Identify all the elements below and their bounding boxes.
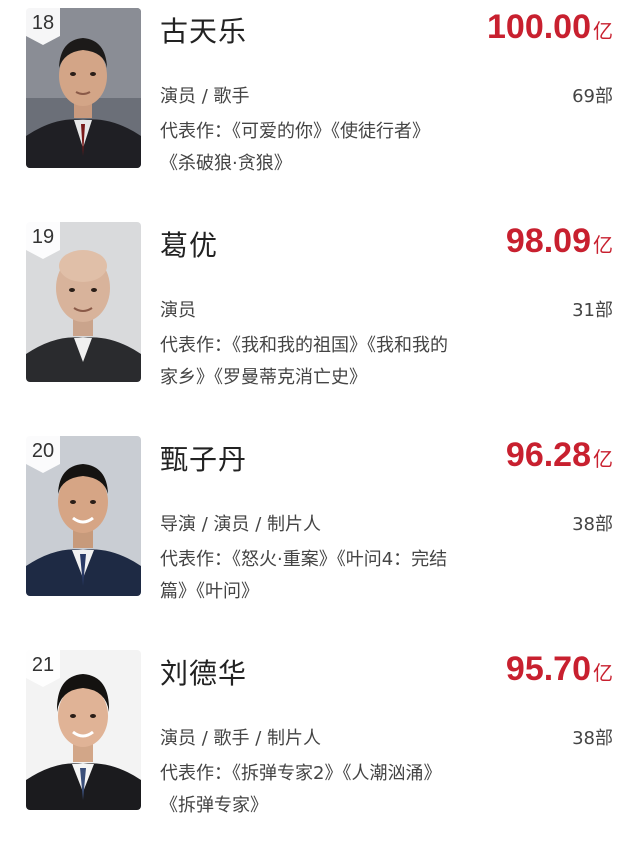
actor-roles: 演员 bbox=[160, 300, 196, 321]
works-line: 代表作：《怒火·重案》《叶问4：完结 bbox=[160, 549, 448, 570]
box-office-total: 96.28 亿 bbox=[506, 436, 613, 475]
rank-badge: 18 bbox=[26, 8, 62, 46]
box-office-unit: 亿 bbox=[593, 233, 613, 257]
actor-roles: 演员 / 歌手 / 制片人 bbox=[160, 728, 322, 749]
works-count: 38部 bbox=[572, 728, 613, 749]
representative-works: 代表作：《可爱的你》《使徒行者》 《杀破狼·贪狼》 bbox=[160, 116, 540, 180]
works-line: 代表作：《我和我的祖国》《我和我的 bbox=[160, 335, 448, 356]
actor-name[interactable]: 刘德华 bbox=[160, 652, 247, 692]
representative-works: 代表作：《拆弹专家2》《人潮汹涌》 《拆弹专家》 bbox=[160, 758, 540, 822]
works-count: 31部 bbox=[572, 300, 613, 321]
ranking-card[interactable]: 18 古天乐 100.00 亿 演员 / 歌手 69部 代表作：《可爱的你》《使徒… bbox=[0, 0, 641, 214]
works-line: 《拆弹专家》 bbox=[160, 795, 268, 816]
box-office-unit: 亿 bbox=[593, 661, 613, 685]
actor-roles: 导演 / 演员 / 制片人 bbox=[160, 514, 322, 535]
rank-number: 19 bbox=[31, 226, 55, 248]
actor-roles: 演员 / 歌手 bbox=[160, 86, 250, 107]
representative-works: 代表作：《我和我的祖国》《我和我的 家乡》《罗曼蒂克消亡史》 bbox=[160, 330, 540, 394]
rank-badge: 19 bbox=[26, 222, 62, 260]
rank-badge: 20 bbox=[26, 436, 62, 474]
box-office-total: 98.09 亿 bbox=[506, 222, 613, 261]
box-office-value: 95.70 bbox=[505, 650, 591, 688]
rank-number: 18 bbox=[31, 12, 55, 34]
box-office-value: 100.00 bbox=[487, 8, 591, 46]
works-line: 家乡》《罗曼蒂克消亡史》 bbox=[160, 367, 367, 388]
ranking-card[interactable]: 19 葛优 98.09 亿 演员 31部 代表作：《我和我的祖国》《我和我的 家乡… bbox=[0, 214, 641, 428]
actor-name[interactable]: 古天乐 bbox=[160, 10, 247, 50]
box-office-total: 95.70 亿 bbox=[506, 650, 613, 689]
ranking-card[interactable]: 20 甄子丹 96.28 亿 导演 / 演员 / 制片人 38部 代表作：《怒火·… bbox=[0, 428, 641, 642]
rank-badge: 21 bbox=[26, 650, 62, 688]
representative-works: 代表作：《怒火·重案》《叶问4：完结 篇》《叶问》 bbox=[160, 544, 540, 608]
box-office-value: 96.28 bbox=[505, 436, 591, 474]
works-count: 69部 bbox=[572, 86, 613, 107]
actor-name[interactable]: 葛优 bbox=[160, 224, 218, 264]
works-line: 代表作：《拆弹专家2》《人潮汹涌》 bbox=[160, 763, 442, 784]
box-office-value: 98.09 bbox=[505, 222, 591, 260]
box-office-unit: 亿 bbox=[593, 19, 613, 43]
box-office-unit: 亿 bbox=[593, 447, 613, 471]
box-office-total: 100.00 亿 bbox=[487, 8, 613, 47]
actor-name[interactable]: 甄子丹 bbox=[160, 438, 247, 478]
rank-number: 20 bbox=[31, 440, 55, 462]
works-line: 《杀破狼·贪狼》 bbox=[160, 153, 292, 174]
works-line: 代表作：《可爱的你》《使徒行者》 bbox=[160, 121, 430, 142]
works-line: 篇》《叶问》 bbox=[160, 581, 259, 602]
works-count: 38部 bbox=[572, 514, 613, 535]
ranking-card[interactable]: 21 刘德华 95.70 亿 演员 / 歌手 / 制片人 38部 代表作：《拆弹专… bbox=[0, 642, 641, 856]
rank-number: 21 bbox=[31, 654, 55, 676]
box-office-ranking-list: 18 古天乐 100.00 亿 演员 / 歌手 69部 代表作：《可爱的你》《使徒… bbox=[0, 0, 641, 816]
